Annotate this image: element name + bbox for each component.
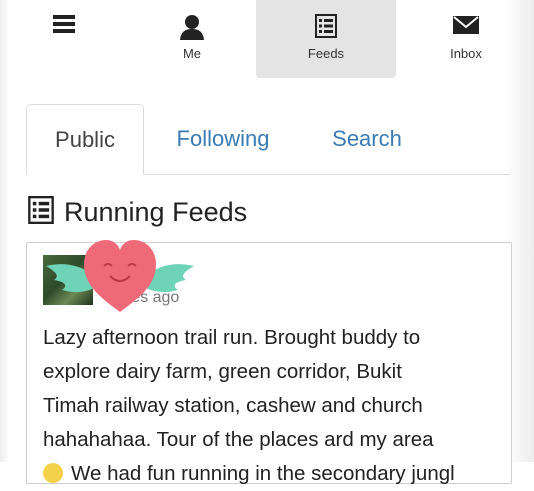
nav-feeds[interactable]: Feeds xyxy=(256,0,396,78)
post-line: explore dairy farm, green corridor, Buki… xyxy=(43,360,402,383)
post-line: Lazy afternoon trail run. Brought buddy … xyxy=(43,326,421,349)
heart-sticker-icon xyxy=(40,232,200,322)
post-line: hahahahaa. Tour of the places ard my are… xyxy=(43,428,434,451)
list-icon xyxy=(315,14,337,43)
nav-me-label: Me xyxy=(182,46,202,61)
post-line-with-emoji: We had fun running in the secondary jung… xyxy=(43,457,503,491)
smiley-emoji-icon xyxy=(43,463,63,483)
tab-search[interactable]: Search xyxy=(322,104,412,174)
envelope-icon xyxy=(453,14,479,41)
nav-inbox-label: Inbox xyxy=(450,46,482,61)
post-line: Timah railway station, cashew and church xyxy=(43,394,423,417)
hamburger-menu-icon xyxy=(53,14,75,39)
tab-following[interactable]: Following xyxy=(164,104,282,174)
section-heading: Running Feeds xyxy=(28,194,247,230)
tab-public[interactable]: Public xyxy=(26,104,144,175)
page-title: Running Feeds xyxy=(64,196,248,227)
menu-button[interactable] xyxy=(0,0,128,78)
nav-feeds-label: Feeds xyxy=(307,46,345,61)
post-body: Lazy afternoon trail run. Brought buddy … xyxy=(43,321,503,491)
list-icon xyxy=(28,195,54,229)
nav-me[interactable]: Me xyxy=(122,0,262,78)
feed-tabs: Public Following Search xyxy=(26,104,510,175)
top-navigation: Me Feeds Inbox xyxy=(0,0,534,80)
user-icon xyxy=(179,14,205,45)
nav-inbox[interactable]: Inbox xyxy=(396,0,534,78)
